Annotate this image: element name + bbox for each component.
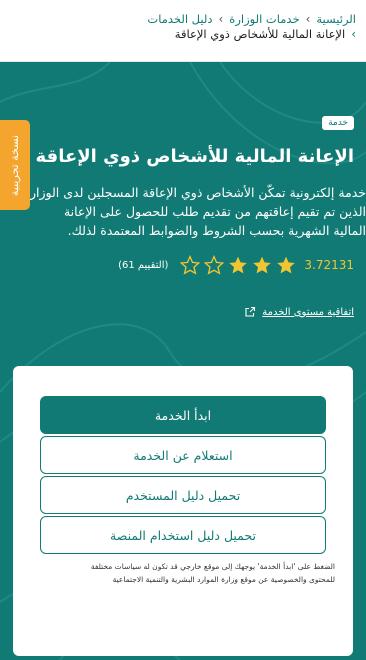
description-line: خدمة إلكترونية تمكّن الأشخاص ذوي الإعاقة… [23,185,366,200]
beta-version-tab[interactable]: نسخة تجريبية [0,120,30,210]
page-title: الإعانة المالية للأشخاص ذوي الإعاقة [35,146,354,167]
breadcrumb-services-guide-link[interactable]: دليل الخدمات [147,12,212,26]
breadcrumb-ministry-services-link[interactable]: خدمات الوزارة [229,12,299,26]
external-link-icon [245,306,256,317]
sla-link[interactable]: اتفاقية مستوى الخدمة [244,306,354,318]
download-platform-guide-button[interactable]: تحميل دليل استخدام المنصة [40,516,326,554]
rating: 3.72131 (التقييم 61) [118,255,354,275]
service-description: خدمة إلكترونية تمكّن الأشخاص ذوي الإعاقة… [12,183,366,240]
rating-value: 3.72131 [304,258,354,272]
star-icon[interactable] [276,255,296,275]
service-hero: خدمة الإعانة المالية للأشخاص ذوي الإعاقة… [0,62,366,660]
external-site-disclaimer: الضغط على 'ابدأ الخدمة' يوجهك إلى موقع خ… [31,560,335,586]
download-user-guide-button[interactable]: تحميل دليل المستخدم [40,476,326,514]
description-line: المالية الشهرية بحسب الشروط والضوابط الم… [67,223,366,238]
breadcrumb-home-link[interactable]: الرئيسية [316,12,356,26]
star-icon[interactable] [180,255,201,275]
beta-version-label: نسخة تجريبية [8,134,22,196]
star-icon[interactable] [228,255,248,275]
chevron-right-icon: › [351,27,356,41]
star-icon[interactable] [204,255,225,275]
chevron-right-icon: › [218,12,224,26]
start-service-button[interactable]: ابدأ الخدمة [40,396,326,434]
breadcrumb-current: الإعانة المالية للأشخاص ذوي الإعاقة [174,27,346,41]
breadcrumb: الرئيسية › خدمات الوزارة › دليل الخدمات … [0,0,366,62]
breadcrumb-row: الرئيسية › خدمات الوزارة › دليل الخدمات [147,12,356,26]
disclaimer-line: الضغط على 'ابدأ الخدمة' يوجهك إلى موقع خ… [90,562,335,571]
breadcrumb-current-row: › الإعانة المالية للأشخاص ذوي الإعاقة [175,27,356,41]
inquire-service-button[interactable]: استعلام عن الخدمة [40,436,326,474]
chevron-right-icon: › [305,12,311,26]
rating-count: (التقييم 61) [118,259,169,271]
disclaimer-line: للمحتوى والخصوصية عن موقع وزارة الموارد … [112,575,335,584]
star-icon[interactable] [252,255,272,275]
service-tag: خدمة [322,116,354,130]
sla-link-label: اتفاقية مستوى الخدمة [262,306,354,318]
description-line: الذين تم تقيم إعاقتهم من تقديم طلب للحصو… [63,204,366,219]
actions-card: ابدأ الخدمة استعلام عن الخدمة تحميل دليل… [13,366,353,656]
